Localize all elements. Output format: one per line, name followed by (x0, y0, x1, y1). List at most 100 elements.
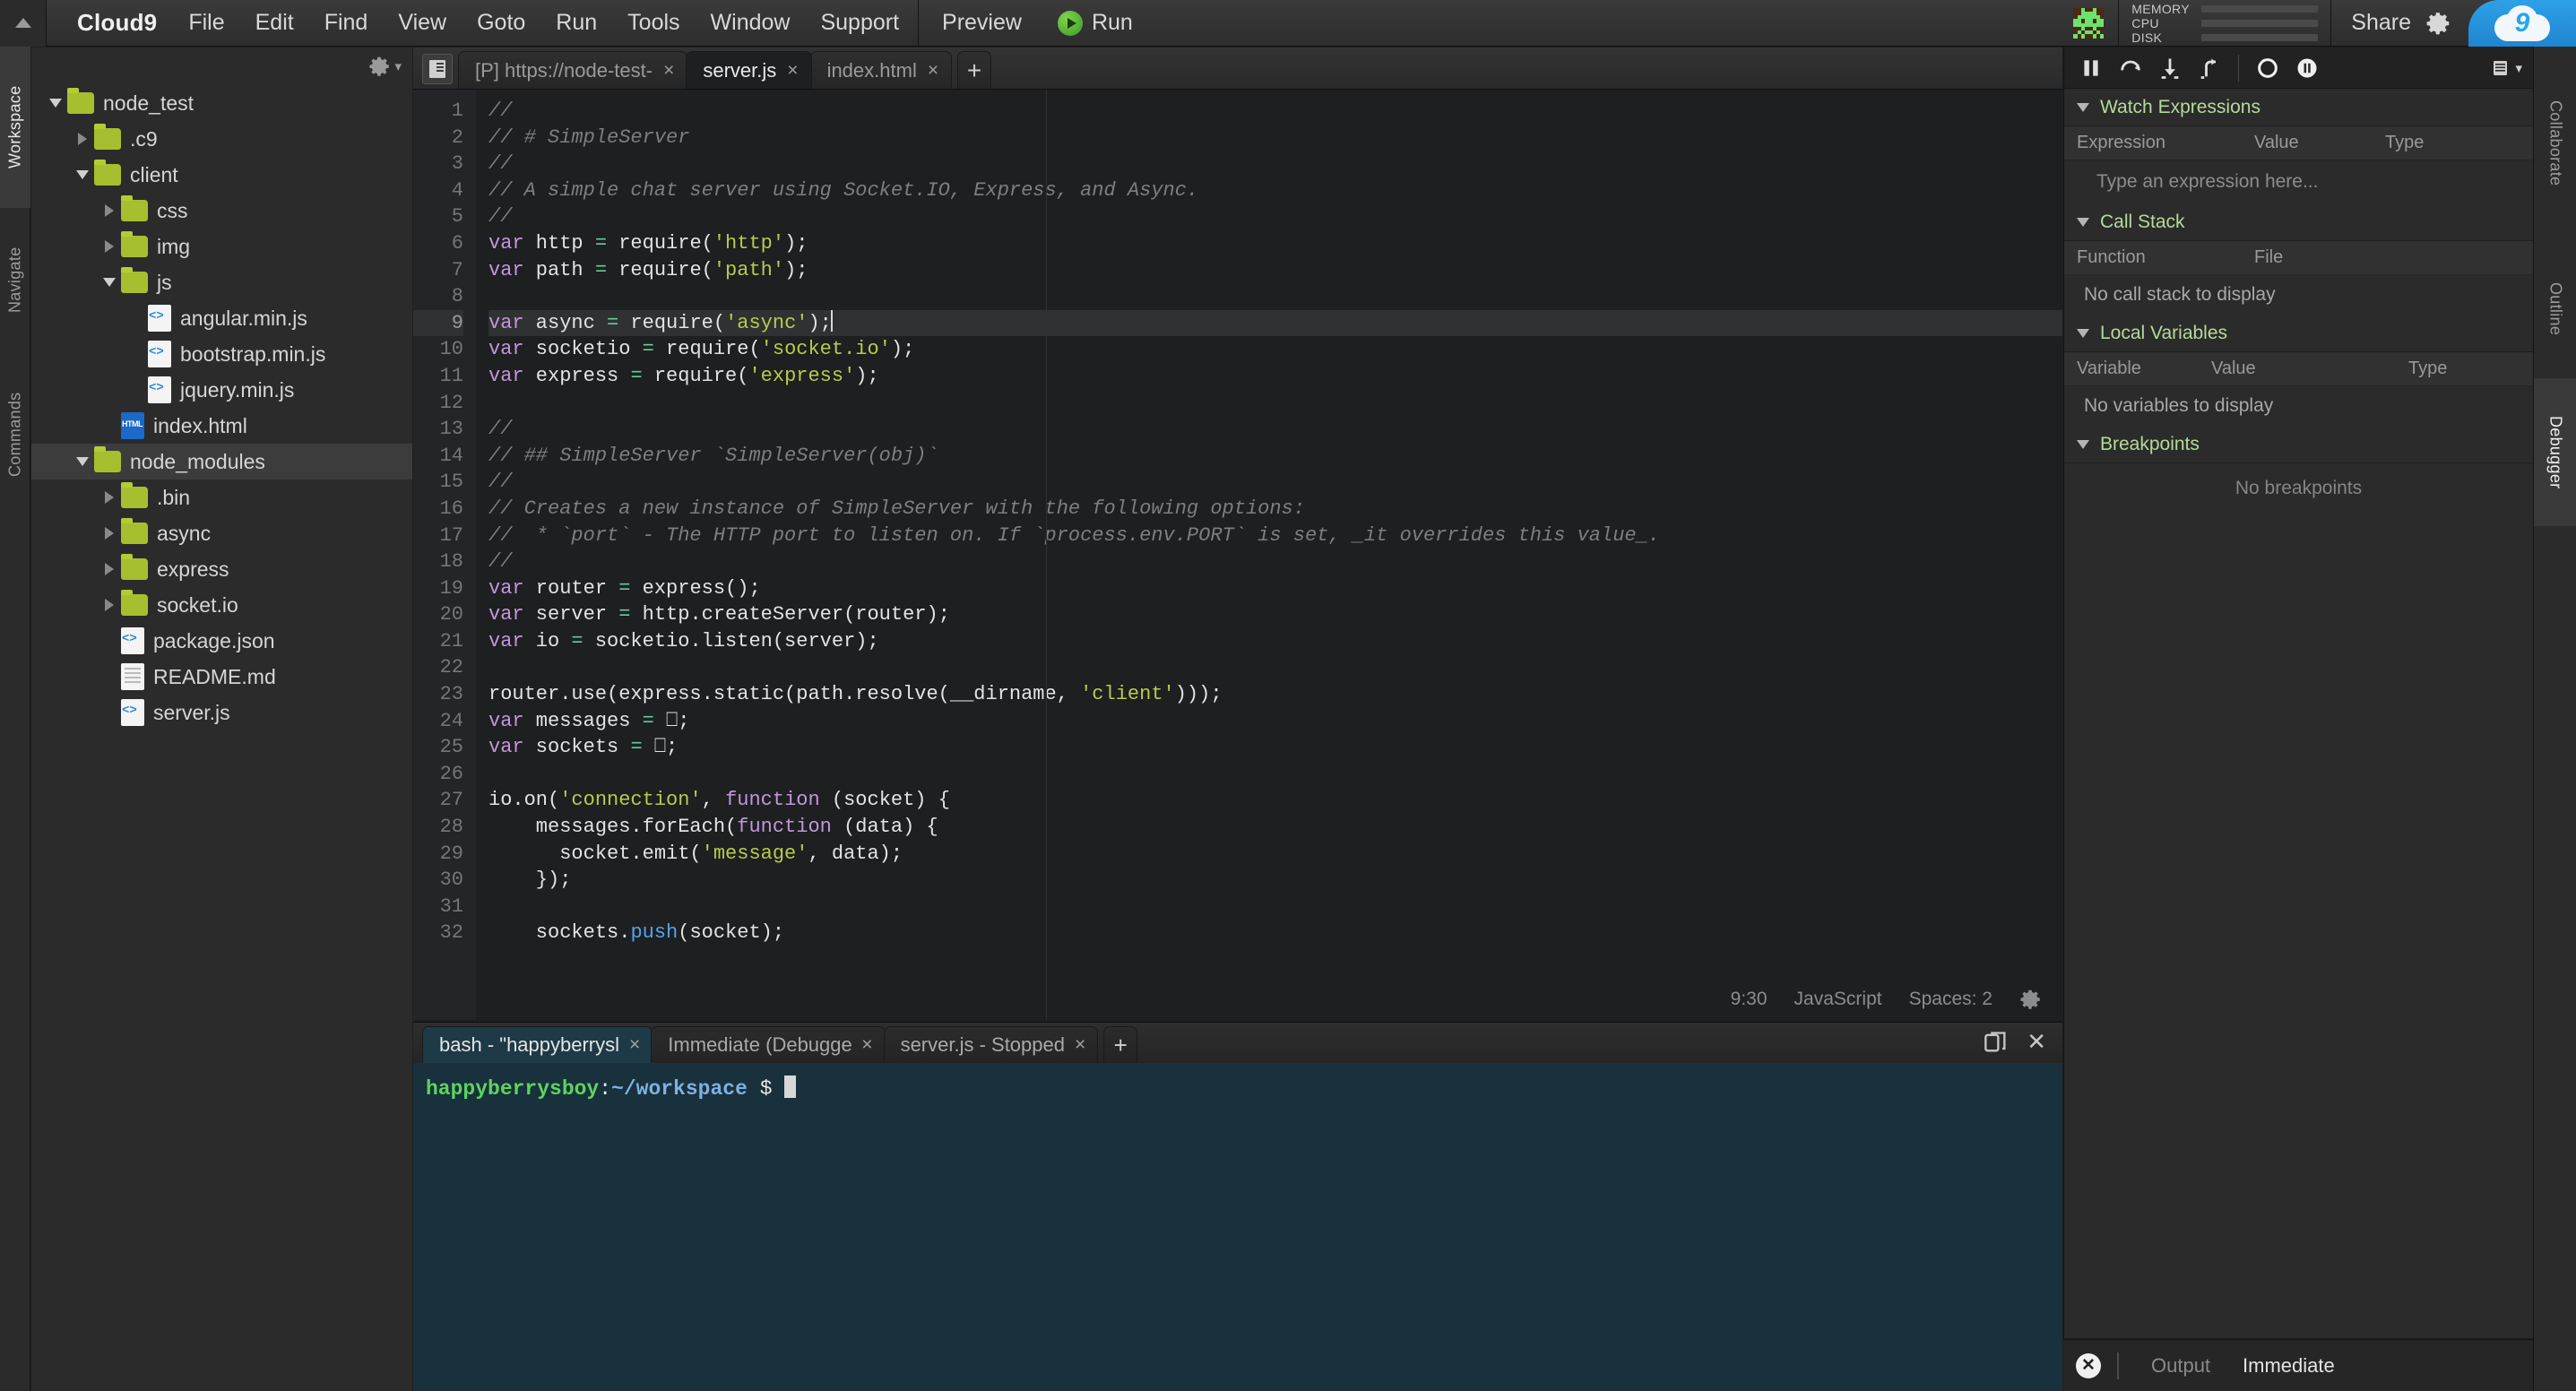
terminal-tab-immediate-debugge[interactable]: Immediate (Debugge × (651, 1026, 886, 1063)
file-tree-settings-button[interactable]: ▾ (368, 55, 402, 78)
chevron-right-icon[interactable] (98, 563, 121, 575)
tree-item-node-modules[interactable]: node_modules (31, 444, 412, 480)
sidebar-item-commands[interactable]: Commands (0, 351, 30, 517)
debugger-menu-button[interactable]: ▾ (2490, 57, 2533, 79)
code-content[interactable]: //// # SimpleServer//// A simple chat se… (476, 90, 2062, 1020)
tree-item-readme-md[interactable]: README.md (31, 659, 412, 695)
watch-expression-input[interactable]: Type an expression here... (2064, 160, 2533, 203)
section-watch-expressions[interactable]: Watch Expressions (2064, 89, 2533, 126)
chevron-right-icon[interactable] (98, 491, 121, 504)
breakpoint-toggle-icon[interactable] (2248, 48, 2287, 89)
tab-list-icon[interactable] (422, 54, 453, 84)
cursor-position: 9:30 (1730, 989, 1768, 1009)
new-terminal-tab-button[interactable]: + (1103, 1026, 1138, 1063)
tree-item-node-test[interactable]: node_test (31, 85, 412, 121)
section-local-variables[interactable]: Local Variables (2064, 315, 2533, 352)
split-panel-icon[interactable] (1984, 1030, 2009, 1055)
tree-item-express[interactable]: express (31, 551, 412, 587)
tree-item-server-js[interactable]: server.js (31, 695, 412, 730)
code-line: var async = require('async'); (488, 309, 2062, 337)
tree-item--c9[interactable]: .c9 (31, 121, 412, 157)
tree-item-img[interactable]: img (31, 229, 412, 264)
menu-item-tools[interactable]: Tools (612, 0, 695, 47)
tab-output[interactable]: Output (2135, 1354, 2226, 1378)
code-editor[interactable]: 1 2 3 4 5 6 7 8 9 10 11 12 13 14 15 16 17 18 19 20 21 22 23 24 2… (413, 90, 2062, 1020)
close-panel-icon[interactable]: ✕ (2027, 1028, 2046, 1056)
chevron-down-icon[interactable] (71, 457, 94, 466)
terminal-output[interactable]: happyberrysboy:~/workspace $ (413, 1063, 2062, 1391)
tree-item--bin[interactable]: .bin (31, 480, 412, 515)
close-icon[interactable]: × (1075, 1034, 1085, 1056)
sidebar-item-workspace[interactable]: Workspace (0, 47, 30, 208)
close-circle-icon[interactable]: ✕ (2076, 1352, 2101, 1378)
step-out-icon[interactable] (2190, 48, 2229, 89)
tree-item-bootstrap-min-js[interactable]: bootstrap.min.js (31, 336, 412, 372)
chevron-down-icon[interactable] (71, 170, 94, 179)
cloud9-logo-icon[interactable]: 9 (2468, 0, 2576, 47)
code-line: var http = require('http'); (488, 231, 808, 255)
menu-item-edit[interactable]: Edit (240, 0, 309, 47)
chevron-right-icon[interactable] (71, 133, 94, 145)
step-into-icon[interactable] (2150, 48, 2190, 89)
chevron-right-icon[interactable] (98, 527, 121, 540)
menu-item-goto[interactable]: Goto (462, 0, 540, 47)
tree-item-js[interactable]: js (31, 264, 412, 300)
menu-item-run[interactable]: Run (540, 0, 612, 47)
close-icon[interactable]: × (928, 60, 938, 82)
sidebar-item-navigate[interactable]: Navigate (0, 208, 30, 351)
stat-label-cpu: CPU (2131, 15, 2159, 30)
chevron-down-icon[interactable] (98, 278, 121, 287)
tree-item-package-json[interactable]: package.json (31, 623, 412, 659)
step-over-icon[interactable] (2111, 48, 2150, 89)
menu-item-find[interactable]: Find (309, 0, 384, 47)
tree-item-index-html[interactable]: index.html (31, 408, 412, 444)
gear-icon[interactable] (2425, 10, 2452, 37)
code-line: var io = socketio.listen(server); (488, 629, 879, 652)
collapse-menu-button[interactable] (0, 0, 47, 47)
pause-exceptions-icon[interactable] (2287, 48, 2327, 89)
menu-item-support[interactable]: Support (805, 0, 914, 47)
tree-item-socket-io[interactable]: socket.io (31, 587, 412, 623)
pause-icon[interactable] (2071, 48, 2111, 89)
menu-item-view[interactable]: View (383, 0, 462, 47)
close-icon[interactable]: × (861, 1034, 872, 1056)
editor-tab-server-js[interactable]: server.js × (686, 51, 812, 89)
editor-settings-gear-icon[interactable] (2019, 988, 2043, 1011)
tree-item-async[interactable]: async (31, 515, 412, 551)
chevron-right-icon[interactable] (98, 599, 121, 611)
editor-indent-setting[interactable]: Spaces: 2 (1909, 989, 1993, 1010)
editor-tab--p-https-node-test-[interactable]: [P] https://node-test- × (458, 51, 688, 89)
tree-item-label: .bin (157, 485, 191, 509)
line-number: 4 (451, 178, 463, 202)
close-icon[interactable]: × (787, 60, 798, 82)
run-button[interactable]: Run (1042, 0, 1149, 47)
line-number: 17 (439, 523, 463, 547)
sidebar-item-collaborate[interactable]: Collaborate (2534, 47, 2576, 239)
sidebar-item-outline[interactable]: Outline (2534, 239, 2576, 378)
chevron-down-icon[interactable] (44, 99, 67, 108)
chevron-right-icon[interactable] (98, 240, 121, 253)
menu-item-window[interactable]: Window (696, 0, 806, 47)
share-button[interactable]: Share (2331, 0, 2425, 47)
tree-item-css[interactable]: css (31, 193, 412, 229)
tree-item-jquery-min-js[interactable]: jquery.min.js (31, 372, 412, 408)
line-number: 32 (439, 921, 463, 945)
terminal-tab-server-js-stopped[interactable]: server.js - Stopped × (883, 1026, 1099, 1063)
menu-item-file[interactable]: File (173, 0, 239, 47)
tab-immediate[interactable]: Immediate (2226, 1354, 2351, 1378)
folder-icon (67, 88, 94, 114)
preview-button[interactable]: Preview (922, 0, 1042, 47)
tree-item-angular-min-js[interactable]: angular.min.js (31, 300, 412, 336)
chevron-right-icon[interactable] (98, 204, 121, 217)
tree-item-client[interactable]: client (31, 157, 412, 193)
new-tab-button[interactable]: + (957, 51, 992, 89)
close-icon[interactable]: × (629, 1034, 640, 1056)
editor-tab-index-html[interactable]: index.html × (809, 51, 953, 89)
terminal-tab-bash-happyberrysl[interactable]: bash - "happyberrysl × (422, 1026, 653, 1063)
sidebar-item-debugger[interactable]: Debugger (2534, 378, 2576, 526)
section-breakpoints[interactable]: Breakpoints (2064, 426, 2533, 463)
editor-language-mode[interactable]: JavaScript (1794, 989, 1882, 1010)
section-call-stack[interactable]: Call Stack (2064, 203, 2533, 241)
close-icon[interactable]: × (663, 60, 674, 82)
